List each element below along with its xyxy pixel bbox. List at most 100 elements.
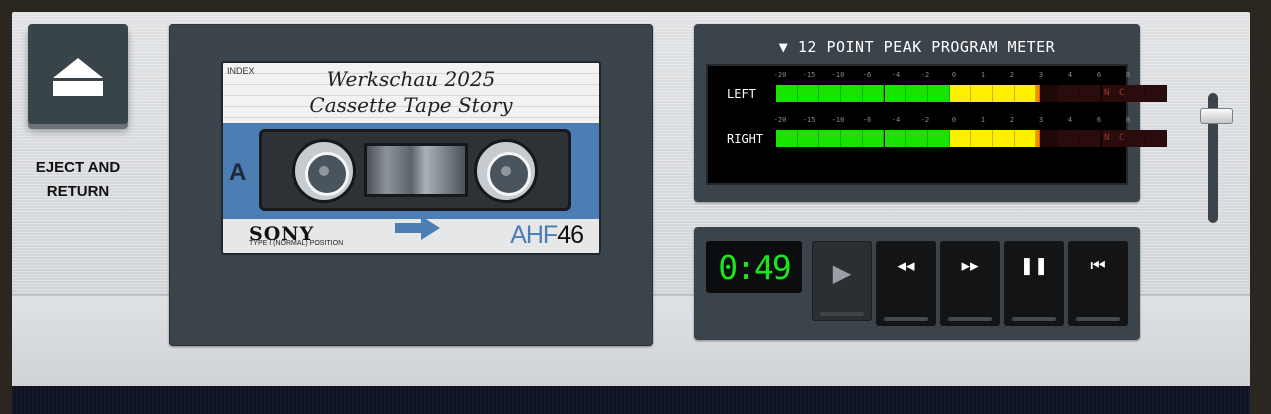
cassette-title-line-1: Werkschau 2025 [326, 67, 496, 91]
pause-button-indicator [1012, 317, 1056, 321]
rewind-icon: ◂◂ [897, 256, 915, 275]
meter-segment [841, 130, 863, 147]
meter-segment [1144, 85, 1167, 102]
cassette: INDEX Werkschau 2025 Cassette Tape Story… [221, 61, 601, 255]
meter-segment [1079, 85, 1102, 102]
play-button[interactable]: ▶ [812, 241, 872, 321]
meter-segment [971, 85, 993, 102]
meter-segment [841, 85, 863, 102]
clip-indicator-c-right: C [1119, 133, 1125, 143]
meter-segment [1058, 130, 1080, 147]
meter-tick-label: 8 [1125, 116, 1131, 124]
meter-segment [819, 85, 842, 102]
meter-segment [927, 85, 950, 102]
meter-tick-label: 1 [980, 71, 986, 79]
eject-icon-bar [53, 81, 103, 96]
meter-segment [862, 130, 885, 147]
meter-segment [1014, 130, 1037, 147]
cassette-model-number: 46 [557, 221, 584, 249]
eject-button[interactable] [28, 24, 128, 124]
meter-tick-label: -2 [920, 116, 930, 124]
meter-segment [1123, 130, 1145, 147]
volume-slider-knob[interactable] [1200, 108, 1233, 125]
meter-segment [906, 85, 928, 102]
meter-segment [776, 130, 798, 147]
meter-segment [906, 130, 928, 147]
cassette-model: AHF46 [510, 221, 584, 250]
pause-button[interactable]: ❚❚ [1004, 241, 1064, 326]
tape-counter-value: 0:49 [718, 248, 791, 287]
cassette-title-line-2: Cassette Tape Story [309, 93, 513, 117]
meter-segment [993, 130, 1015, 147]
meter-tick-label: 6 [1096, 71, 1102, 79]
cassette-label-top: INDEX Werkschau 2025 Cassette Tape Story [223, 63, 599, 123]
skip-back-button[interactable]: ⏮ [1068, 241, 1128, 326]
meter-scale-left: -20 -15 -10 -6 -4 -2 0 1 2 3 4 6 8 [773, 71, 1130, 81]
meter-tick-label: -4 [891, 71, 901, 79]
meter-bar-right [776, 130, 1167, 147]
meter-title: ▼ 12 POINT PEAK PROGRAM METER [778, 38, 1056, 56]
meter-tick-label: 3 [1038, 71, 1044, 79]
meter-segment [1079, 130, 1102, 147]
rewind-button-indicator [884, 317, 928, 321]
meter-tick-label: -6 [862, 71, 872, 79]
meter-tick-label: 0 [951, 116, 957, 124]
play-icon: ▶ [832, 260, 852, 287]
meter-tick-label: -6 [862, 116, 872, 124]
meter-segment [819, 130, 842, 147]
tape-viewer [364, 143, 468, 197]
meter-segment [884, 130, 907, 147]
meter-segment [971, 130, 993, 147]
clip-indicator-n-left: N [1104, 88, 1110, 98]
tape-position-type: TYPE I (NORMAL) POSITION [249, 240, 344, 247]
meter-tick-label: 8 [1125, 71, 1131, 79]
meter-tick-label: 4 [1067, 116, 1073, 124]
meter-tick-label: 2 [1009, 71, 1015, 79]
meter-segment [884, 85, 907, 102]
meter-segment [1123, 85, 1145, 102]
meter-tick-label: -20 [773, 71, 787, 79]
meter-segment [1144, 130, 1167, 147]
meter-right-label: RIGHT [727, 132, 764, 146]
meter-segment [1036, 130, 1041, 147]
clip-indicator-n-right: N [1104, 133, 1110, 143]
meter-segment [993, 85, 1015, 102]
meter-segment [949, 85, 972, 102]
cassette-window [259, 129, 571, 211]
meter-tick-label: -20 [773, 116, 787, 124]
eject-icon [53, 58, 103, 78]
meter-segment [1036, 85, 1041, 102]
pause-icon: ❚❚ [1019, 256, 1049, 275]
meter-tick-label: -2 [920, 71, 930, 79]
meter-tick-label: -15 [802, 71, 816, 79]
meter-segment [1014, 85, 1037, 102]
meter-segment [797, 130, 820, 147]
fast-forward-button[interactable]: ▸▸ [940, 241, 1000, 326]
meter-tick-label: 4 [1067, 71, 1073, 79]
tape-counter: 0:49 [706, 241, 802, 293]
base-strip [12, 386, 1250, 414]
meter-segment [927, 130, 950, 147]
meter-tick-label: -10 [831, 71, 845, 79]
rewind-button[interactable]: ◂◂ [876, 241, 936, 326]
meter-bar-left [776, 85, 1167, 102]
play-button-indicator [820, 312, 864, 316]
cassette-model-prefix: AHF [510, 221, 558, 249]
meter-tick-label: -15 [802, 116, 816, 124]
cassette-side: A [229, 159, 247, 186]
meter-tick-label: -4 [891, 116, 901, 124]
clip-indicator-c-left: C [1119, 88, 1125, 98]
meter-tick-label: 3 [1038, 116, 1044, 124]
meter-left-label: LEFT [727, 87, 756, 101]
meter-tick-label: -10 [831, 116, 845, 124]
arrow-right-icon [395, 216, 440, 240]
meter-tick-label: 1 [980, 116, 986, 124]
skip-back-icon: ⏮ [1090, 256, 1106, 275]
meter-segment [862, 85, 885, 102]
meter-segment [1058, 85, 1080, 102]
left-reel [292, 139, 356, 203]
meter-segment [776, 85, 798, 102]
eject-label: EJECT AND RETURN [35, 159, 121, 200]
meter-segment [797, 85, 820, 102]
skip-back-button-indicator [1076, 317, 1120, 321]
